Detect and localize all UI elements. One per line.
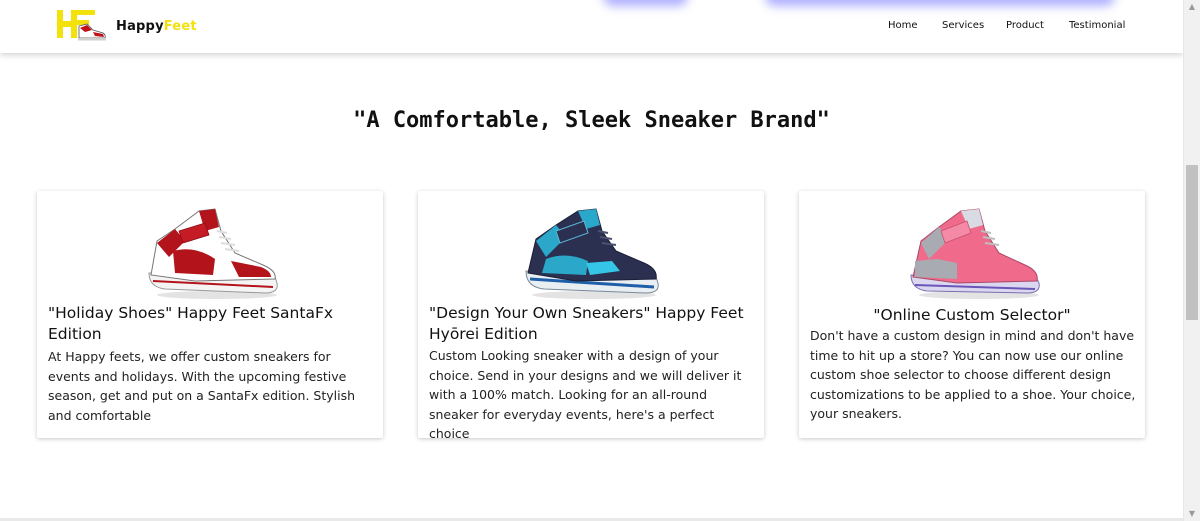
page: HappyFeet Home Services Product Testimon…	[0, 0, 1183, 521]
scrollbar-thumb[interactable]	[1186, 165, 1198, 320]
card-title: "Holiday Shoes" Happy Feet SantaFx Editi…	[48, 304, 334, 343]
pink-grey-sneaker-image	[910, 208, 1040, 299]
nav-glow-decoration	[603, 0, 688, 6]
nav-glow-decoration	[765, 0, 1115, 6]
nav-link-testimonial[interactable]: Testimonial	[1069, 20, 1125, 31]
blue-navy-sneaker-image	[525, 208, 659, 299]
navbar: HappyFeet Home Services Product Testimon…	[0, 0, 1183, 53]
card-title: "Design Your Own Sneakers" Happy Feet Hy…	[429, 304, 744, 343]
page-headline: "A Comfortable, Sleek Sneaker Brand"	[353, 108, 830, 133]
card-description: Don't have a custom design in mind and d…	[810, 328, 1136, 422]
card-title: "Online Custom Selector"	[873, 306, 1071, 324]
card-description: At Happy feets, we offer custom sneakers…	[48, 349, 356, 423]
nav-link-home[interactable]: Home	[888, 20, 918, 31]
vertical-scrollbar[interactable]: ▲ ▼	[1183, 0, 1200, 521]
nav-link-product[interactable]: Product	[1006, 20, 1044, 31]
nav-links: Home Services Product Testimonial	[0, 20, 1183, 36]
product-card-holiday: "Holiday Shoes" Happy Feet SantaFx Editi…	[37, 191, 383, 438]
nav-link-services[interactable]: Services	[942, 20, 984, 31]
card-description: Custom Looking sneaker with a design of …	[429, 348, 742, 442]
product-card-design-your-own: "Design Your Own Sneakers" Happy Feet Hy…	[418, 191, 764, 441]
scroll-down-icon[interactable]: ▼	[1187, 509, 1197, 519]
red-white-sneaker-image	[148, 208, 278, 299]
browser-viewport: HappyFeet Home Services Product Testimon…	[0, 0, 1200, 521]
scroll-up-icon[interactable]: ▲	[1187, 2, 1197, 12]
product-card-online-selector: "Online Custom Selector" Don't have a cu…	[799, 191, 1145, 438]
